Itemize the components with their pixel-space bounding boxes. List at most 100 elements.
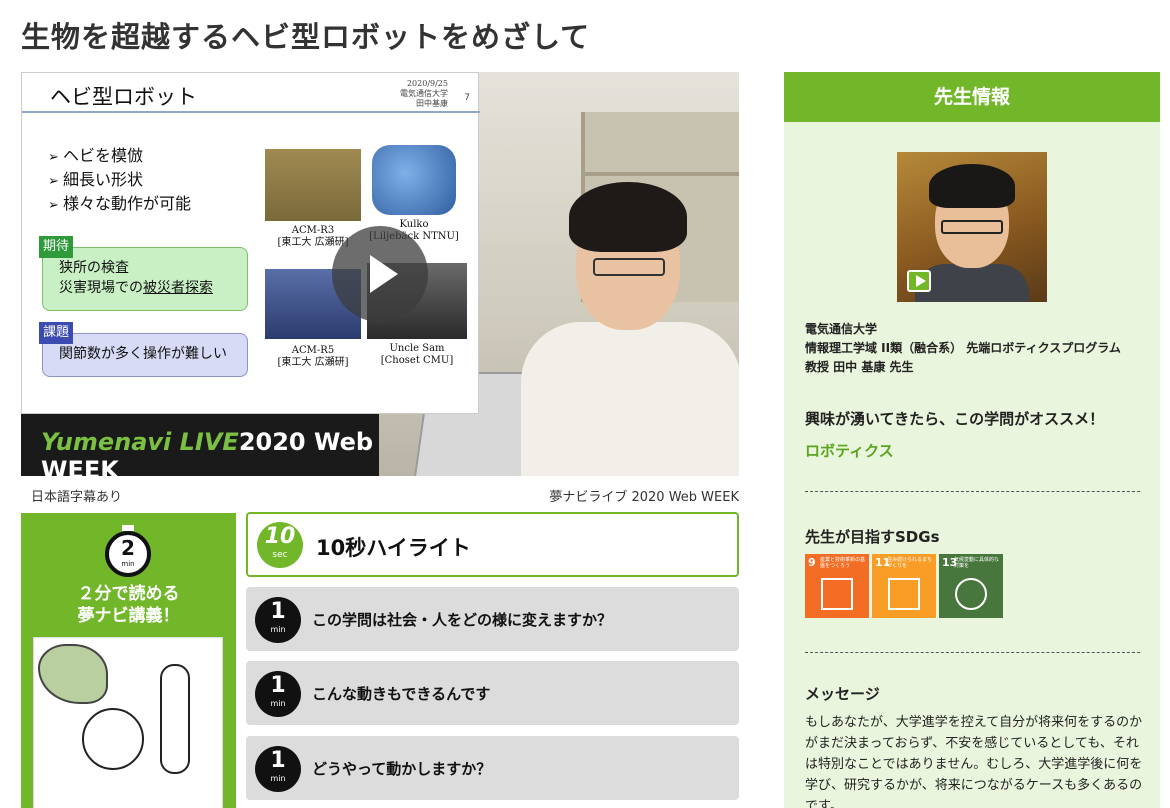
- brand-prefix: Yumenavi: [41, 428, 172, 456]
- subtitle-note: 日本語字幕あり: [31, 490, 123, 505]
- expect-line-underlined: 被災者探索: [143, 280, 213, 296]
- portrait-glasses: [941, 220, 1003, 234]
- comic-illustration: [33, 637, 223, 808]
- slide-page-number: 7: [464, 93, 470, 103]
- sdg-number: 9: [808, 556, 816, 569]
- brand-logo: Yumenavi LIVE2020 Web WEEK: [41, 428, 379, 476]
- hourglass-unit: min: [270, 774, 286, 783]
- two-minute-line: 夢ナビ講義！: [77, 606, 180, 626]
- play-icon[interactable]: [907, 270, 931, 292]
- divider: [805, 652, 1140, 653]
- ten-second-highlight-card[interactable]: 10 sec 10秒ハイライト: [246, 512, 739, 577]
- field-link[interactable]: ロボティクス: [805, 440, 894, 461]
- page: 生物を超越するヘビ型ロボットをめざして ヘビ型ロボット 2020/9/25 電気…: [0, 0, 1170, 808]
- slide-date: 2020/9/25: [406, 79, 448, 88]
- ten-unit: sec: [272, 550, 288, 560]
- stopwatch-number: 2: [121, 536, 135, 560]
- slide-title: ヘビ型ロボット: [50, 85, 197, 109]
- hourglass-number: 1: [270, 673, 286, 698]
- brand-year: 2020: [238, 428, 306, 456]
- sdg-13-icon: 13 気候変動に具体的な対策を: [939, 554, 1003, 618]
- message-body: もしあなたが、大学進学を控えて自分が将来何をするのかがまだ決まっておらず、不安を…: [805, 715, 1143, 808]
- portrait-suit: [915, 264, 1029, 302]
- one-minute-card[interactable]: 1 min どうやって動かしますか？: [246, 736, 739, 800]
- two-minute-text: ２分で読める 夢ナビ講義！: [21, 583, 236, 627]
- presenter-body: [521, 322, 739, 476]
- presenter-hair: [569, 182, 687, 252]
- ten-second-icon: 10 sec: [257, 522, 303, 568]
- presenter-glasses: [593, 258, 665, 276]
- slide-meta: 2020/9/25 電気通信大学 田中基康: [400, 79, 448, 109]
- sdg-text: 住み続けられるまちづくりを: [887, 557, 933, 569]
- expect-tag: 期待: [39, 236, 74, 258]
- issue-tag: 課題: [39, 322, 74, 344]
- slide-divider: [22, 111, 480, 113]
- play-icon[interactable]: [332, 226, 428, 322]
- brand-live: LIVE: [179, 428, 239, 456]
- sdg-text: 気候変動に具体的な対策を: [954, 557, 1000, 569]
- robot-lab: [東工大 広瀬研]: [277, 357, 349, 368]
- two-minute-lecture-panel[interactable]: 2 min ２分で読める 夢ナビ講義！: [21, 513, 236, 808]
- expect-box: 期待 狭所の検査 災害現場での被災者探索: [39, 236, 248, 311]
- page-title: 生物を超越するヘビ型ロボットをめざして: [21, 20, 591, 54]
- message-title: メッセージ: [805, 685, 880, 703]
- interest-heading: 興味が湧いてきたら、この学問がオススメ！: [805, 410, 1105, 428]
- robot-name: ACM-R5: [291, 345, 335, 356]
- robot-photo-kulko: [372, 145, 456, 215]
- teacher-sidebar: 先生情報 電気通信大学 情報理工学域 II類（融合系） 先端ロボティクスプログラ…: [784, 72, 1160, 808]
- teacher-name: 教授 田中 基康 先生: [805, 360, 914, 374]
- card-label: こんな動きもできるんです: [312, 685, 491, 703]
- robot-name: ACM-R3: [291, 225, 335, 236]
- one-minute-card[interactable]: 1 min こんな動きもできるんです: [246, 661, 739, 725]
- hourglass-number: 1: [270, 599, 286, 624]
- sdgs-title: 先生が目指すSDGs: [805, 528, 940, 546]
- card-label: どうやって動かしますか？: [312, 760, 492, 778]
- teacher-department: 情報理工学域 II類（融合系） 先端ロボティクスプログラム: [805, 341, 1121, 355]
- divider: [805, 491, 1140, 492]
- robot-lab: [Choset CMU]: [380, 355, 454, 366]
- robot-photo-acm-r3: [265, 149, 361, 221]
- slide-bullet: 細長い形状: [48, 169, 191, 193]
- stopwatch-body: 2 min: [105, 531, 151, 577]
- teacher-portrait[interactable]: [897, 152, 1047, 302]
- comic-figure: [160, 664, 190, 774]
- brand-bar: Yumenavi LIVE2020 Web WEEK: [21, 414, 379, 476]
- hourglass-icon: 1 min: [255, 671, 301, 717]
- slide-bullet: 様々な動作が可能: [48, 193, 191, 217]
- stopwatch-icon: 2 min: [105, 525, 151, 579]
- earth-eye-icon: [955, 578, 987, 610]
- highlight-label: 10秒ハイライト: [316, 536, 471, 560]
- comic-face: [82, 708, 144, 770]
- sdg-11-icon: 11 住み続けられるまちづくりを: [872, 554, 936, 618]
- robot-caption: Uncle Sam [Choset CMU]: [367, 343, 467, 367]
- video-player[interactable]: ヘビ型ロボット 2020/9/25 電気通信大学 田中基康 7 ヘビを模倣 細長…: [21, 72, 739, 476]
- week-note: 夢ナビライブ 2020 Web WEEK: [549, 490, 739, 505]
- cubes-icon: [821, 578, 853, 610]
- portrait-hair: [929, 164, 1015, 208]
- slide-bullets: ヘビを模倣 細長い形状 様々な動作が可能: [48, 145, 191, 217]
- slide-bullet: ヘビを模倣: [48, 145, 191, 169]
- expect-line: 狭所の検査: [59, 260, 129, 276]
- ten-number: 10: [264, 524, 296, 549]
- expect-line-part: 災害現場での: [59, 280, 143, 296]
- one-minute-card[interactable]: 1 min この学問は社会・人をどの様に変えますか？: [246, 587, 739, 651]
- sdg-text: 産業と技術革新の基盤をつくろう: [820, 557, 866, 569]
- hourglass-number: 1: [270, 748, 286, 773]
- comic-rock: [38, 644, 108, 704]
- sidebar-header: 先生情報: [784, 72, 1160, 122]
- hourglass-icon: 1 min: [255, 597, 301, 643]
- two-minute-line: ２分で読める: [77, 584, 180, 604]
- card-label: この学問は社会・人をどの様に変えますか？: [312, 611, 613, 629]
- hourglass-unit: min: [270, 699, 286, 708]
- expect-line: 災害現場での被災者探索: [59, 278, 233, 298]
- stopwatch-unit: min: [121, 560, 135, 568]
- issue-box: 課題 関節数が多く操作が難しい: [39, 322, 248, 377]
- teacher-university: 電気通信大学: [805, 322, 878, 336]
- buildings-icon: [888, 578, 920, 610]
- sdg-9-icon: 9 産業と技術革新の基盤をつくろう: [805, 554, 869, 618]
- slide-university: 電気通信大学: [400, 89, 448, 98]
- issue-line: 関節数が多く操作が難しい: [59, 346, 227, 362]
- hourglass-unit: min: [270, 625, 286, 634]
- teacher-info: 電気通信大学 情報理工学域 II類（融合系） 先端ロボティクスプログラム 教授 …: [805, 320, 1145, 377]
- slide-author: 田中基康: [416, 99, 448, 108]
